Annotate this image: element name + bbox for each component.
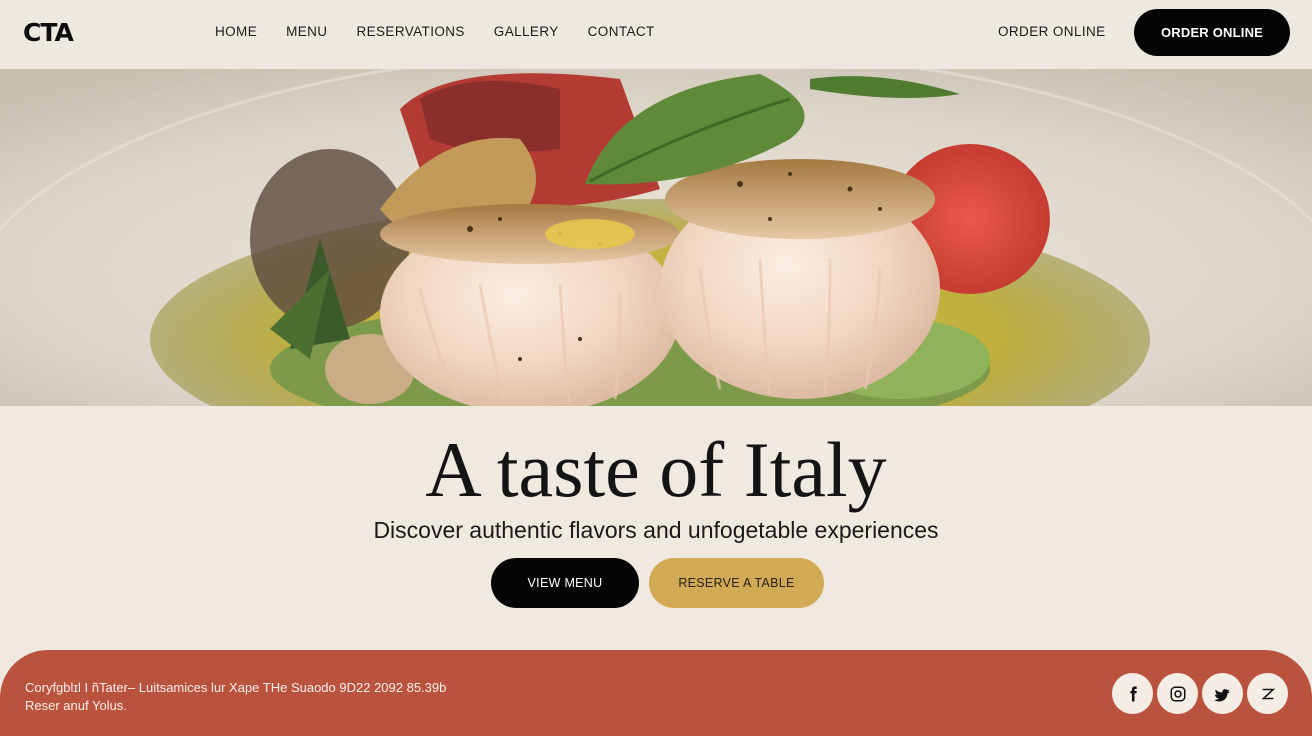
nav-menu[interactable]: MENU bbox=[286, 24, 327, 39]
view-menu-button[interactable]: VIEW MENU bbox=[491, 558, 639, 608]
nav-home[interactable]: HOME bbox=[215, 24, 257, 39]
site-footer: Coryfgblɪl I ñTater– Luitsamices lur Xap… bbox=[0, 650, 1312, 736]
hero-subheadline: Discover authentic flavors and unfogetab… bbox=[373, 517, 939, 543]
copyright-line-2: Reser anuf Yolus. bbox=[25, 698, 127, 713]
reserve-table-button[interactable]: RESERVE A TABLE bbox=[649, 558, 824, 608]
instagram-icon[interactable] bbox=[1157, 673, 1198, 714]
scallops-dish-illustration bbox=[0, 69, 1312, 406]
twitter-icon[interactable] bbox=[1202, 673, 1243, 714]
social-links bbox=[1112, 673, 1288, 714]
site-header: CTA HOME MENU RESERVATIONS GALLERY CONTA… bbox=[0, 0, 1312, 69]
order-online-button[interactable]: ORDER ONLINE bbox=[1134, 9, 1290, 56]
main-nav: HOME MENU RESERVATIONS GALLERY CONTACT bbox=[215, 24, 684, 39]
order-online-link[interactable]: ORDER ONLINE bbox=[998, 24, 1106, 39]
nav-reservations[interactable]: RESERVATIONS bbox=[356, 24, 464, 39]
hero-image bbox=[0, 69, 1312, 406]
hero-headline: A taste of Italy bbox=[425, 426, 887, 513]
copyright-line-1: Coryfgblɪl I ñTater– Luitsamices lur Xap… bbox=[25, 680, 447, 695]
copyright-text: Coryfgblɪl I ñTater– Luitsamices lur Xap… bbox=[25, 679, 545, 715]
z-icon[interactable] bbox=[1247, 673, 1288, 714]
nav-gallery[interactable]: GALLERY bbox=[494, 24, 559, 39]
nav-contact[interactable]: CONTACT bbox=[588, 24, 655, 39]
facebook-icon[interactable] bbox=[1112, 673, 1153, 714]
logo[interactable]: CTA bbox=[23, 18, 74, 47]
